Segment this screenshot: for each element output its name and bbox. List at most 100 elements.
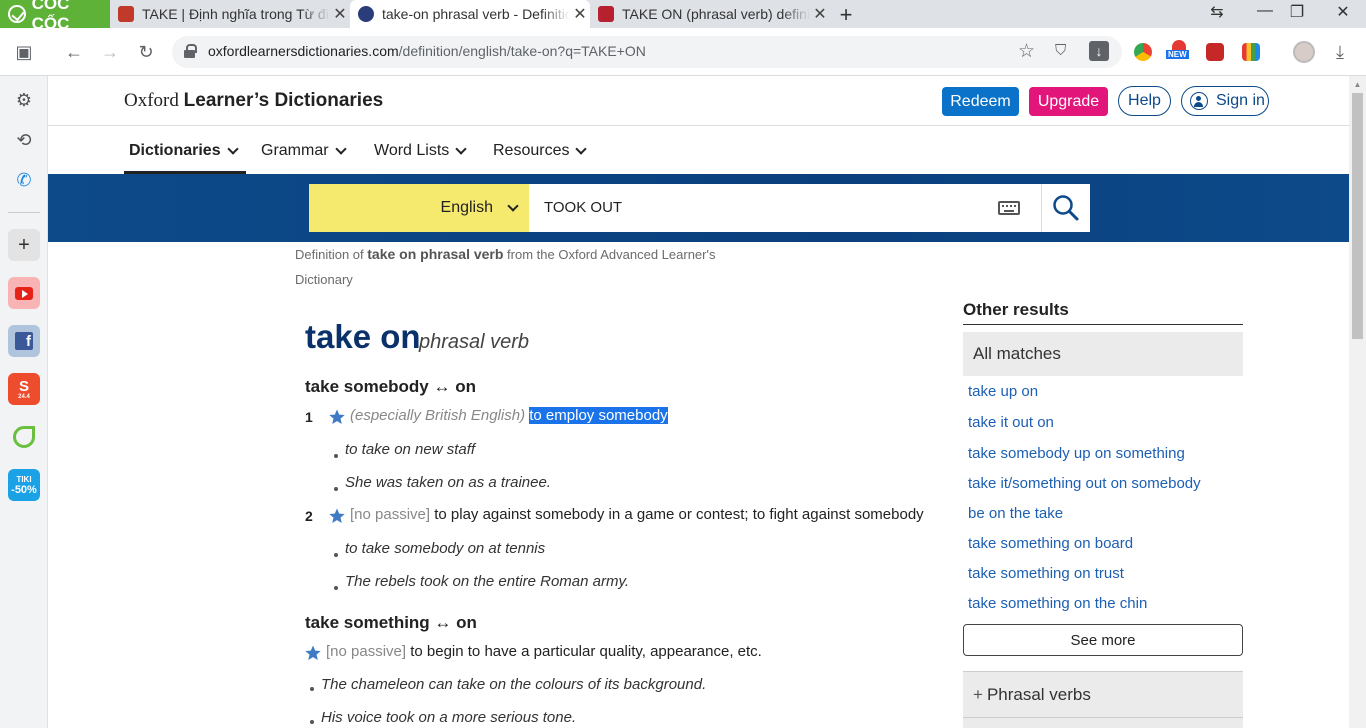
- close-tab-icon[interactable]: ✕: [570, 4, 590, 24]
- bookmark-star-icon[interactable]: ☆: [1018, 40, 1035, 63]
- sign-in-button[interactable]: Sign in: [1181, 86, 1269, 116]
- headword: take on: [305, 318, 421, 355]
- site-logo[interactable]: Oxford Learner’s Dictionaries: [124, 90, 383, 112]
- messenger-icon[interactable]: ✆: [12, 168, 36, 192]
- bullet: [334, 487, 338, 491]
- shopee-badge: 24.4: [18, 393, 30, 400]
- downloads-icon[interactable]: ⤓: [1328, 40, 1352, 64]
- tab-search-icon[interactable]: ⇆: [1202, 2, 1232, 22]
- oxford-3000-star-icon[interactable]: [305, 645, 321, 661]
- other-result-link[interactable]: take up on: [968, 383, 1038, 400]
- url-path: /definition/english/take-on?q=TAKE+ON: [398, 43, 646, 59]
- oxford-favicon-icon: [358, 6, 374, 22]
- close-window-button[interactable]: ✕: [1328, 2, 1358, 22]
- see-more-button[interactable]: See more: [963, 624, 1243, 656]
- search-button[interactable]: [1041, 184, 1090, 232]
- help-button[interactable]: Help: [1118, 86, 1171, 116]
- nav-resources[interactable]: Resources: [493, 142, 588, 160]
- search-icon: [1053, 195, 1079, 221]
- tiki-discount: -50%: [11, 484, 37, 496]
- grammar-label: [no passive]: [326, 643, 407, 660]
- phrasal-verbs-accordion[interactable]: + Phrasal verbs: [963, 671, 1243, 717]
- leaf-app-icon[interactable]: [8, 421, 40, 453]
- new-tab-button[interactable]: +: [836, 2, 856, 28]
- other-result-link[interactable]: take it/something out on somebody: [968, 475, 1201, 492]
- back-button[interactable]: ←: [62, 40, 86, 64]
- scroll-up-arrow-icon[interactable]: ▲: [1352, 80, 1363, 89]
- definition-text: to begin to have a particular quality, a…: [410, 643, 762, 660]
- facebook-app-icon[interactable]: f: [8, 325, 40, 357]
- all-matches-tab[interactable]: All matches: [963, 332, 1243, 376]
- oxford-3000-star-icon[interactable]: [329, 409, 345, 425]
- new-badge-extension-icon[interactable]: NEW: [1166, 40, 1192, 62]
- sidebar-toggle-icon[interactable]: ▣: [12, 40, 36, 64]
- cambridge-favicon-icon: [118, 6, 134, 22]
- other-result-link[interactable]: take somebody up on something: [968, 445, 1185, 462]
- next-accordion[interactable]: [963, 717, 1243, 728]
- bullet: [310, 687, 314, 691]
- close-tab-icon[interactable]: ✕: [810, 4, 830, 24]
- user-icon: [1190, 92, 1208, 110]
- definition-text: to play against somebody in a game or co…: [434, 506, 924, 523]
- web-page: Oxford Learner’s Dictionaries Redeem Upg…: [48, 76, 1349, 728]
- address-bar[interactable]: oxfordlearnersdictionaries.com/definitio…: [172, 36, 1122, 68]
- site-title-bold: Learner’s Dictionaries: [183, 90, 384, 111]
- profile-avatar[interactable]: [1293, 41, 1315, 63]
- phrasal-verb-heading-2: take something ↔ on: [305, 613, 477, 632]
- restore-button[interactable]: ❐: [1282, 2, 1312, 22]
- sense-3: [no passive] to begin to have a particul…: [326, 643, 762, 660]
- tab-take-on-macmillan[interactable]: TAKE ON (phrasal verb) definition ✕: [590, 0, 830, 28]
- minimize-button[interactable]: —: [1250, 2, 1280, 20]
- red-extension-icon[interactable]: [1206, 43, 1224, 61]
- tab-title: TAKE ON (phrasal verb) definition: [622, 6, 810, 22]
- sidebar-divider: [8, 212, 40, 213]
- upgrade-button[interactable]: Upgrade: [1029, 87, 1108, 116]
- search-band: English TOOK OUT: [48, 174, 1349, 242]
- keyboard-icon[interactable]: [998, 201, 1020, 215]
- add-sidebar-app-button[interactable]: +: [8, 229, 40, 261]
- shield-icon[interactable]: ⛉: [1055, 42, 1066, 59]
- example: to take somebody on at tennis: [345, 540, 546, 557]
- forward-button[interactable]: →: [98, 40, 122, 64]
- shopee-app-icon[interactable]: S 24.4: [8, 373, 40, 405]
- color-extension-icon[interactable]: [1242, 43, 1260, 61]
- tiki-app-icon[interactable]: TIKI -50%: [8, 469, 40, 501]
- search-input[interactable]: TOOK OUT: [529, 184, 1041, 232]
- history-icon[interactable]: ⟲: [12, 128, 36, 152]
- phrasal-verbs-label: Phrasal verbs: [986, 685, 1091, 704]
- oxford-3000-star-icon[interactable]: [329, 508, 345, 524]
- defof-term: take on phrasal verb: [367, 246, 504, 262]
- other-result-link[interactable]: take something on trust: [968, 565, 1124, 582]
- browser-menu-button[interactable]: CỐC CỐC: [0, 0, 110, 33]
- other-results-title: Other results: [963, 300, 1069, 319]
- plus-icon: +: [973, 685, 983, 704]
- chrome-extension-icon[interactable]: [1134, 43, 1152, 61]
- download-page-icon[interactable]: ↓: [1089, 41, 1109, 61]
- example: His voice took on a more serious tone.: [321, 709, 577, 726]
- url-text[interactable]: oxfordlearnersdictionaries.com/definitio…: [208, 43, 646, 59]
- bullet: [334, 454, 338, 458]
- search-query-text: TOOK OUT: [544, 199, 623, 216]
- nav-grammar[interactable]: Grammar: [261, 142, 347, 160]
- tab-title: take-on phrasal verb - Definition: [382, 6, 570, 22]
- youtube-app-icon[interactable]: [8, 277, 40, 309]
- definition-source: Definition of take on phrasal verb from …: [295, 242, 735, 292]
- nav-dictionaries[interactable]: Dictionaries: [129, 142, 239, 160]
- redeem-button[interactable]: Redeem: [942, 87, 1019, 116]
- tab-take-cambridge[interactable]: TAKE | Định nghĩa trong Từ điển ✕: [110, 0, 350, 28]
- other-result-link[interactable]: take it out on: [968, 414, 1054, 431]
- scrollbar-thumb[interactable]: [1352, 93, 1363, 339]
- sense-number: 2: [305, 508, 313, 524]
- bullet: [334, 586, 338, 590]
- language-label: English: [440, 199, 493, 216]
- other-result-link[interactable]: take something on board: [968, 535, 1133, 552]
- settings-gear-icon[interactable]: ⚙: [12, 88, 36, 112]
- language-select[interactable]: English: [309, 184, 529, 232]
- example: The rebels took on the entire Roman army…: [345, 573, 630, 590]
- nav-word-lists[interactable]: Word Lists: [374, 142, 467, 160]
- close-tab-icon[interactable]: ✕: [330, 4, 350, 24]
- other-result-link[interactable]: take something on the chin: [968, 595, 1147, 612]
- reload-button[interactable]: ↻: [134, 40, 158, 64]
- tab-take-on-oxford[interactable]: take-on phrasal verb - Definition ✕: [350, 0, 590, 28]
- other-result-link[interactable]: be on the take: [968, 505, 1063, 522]
